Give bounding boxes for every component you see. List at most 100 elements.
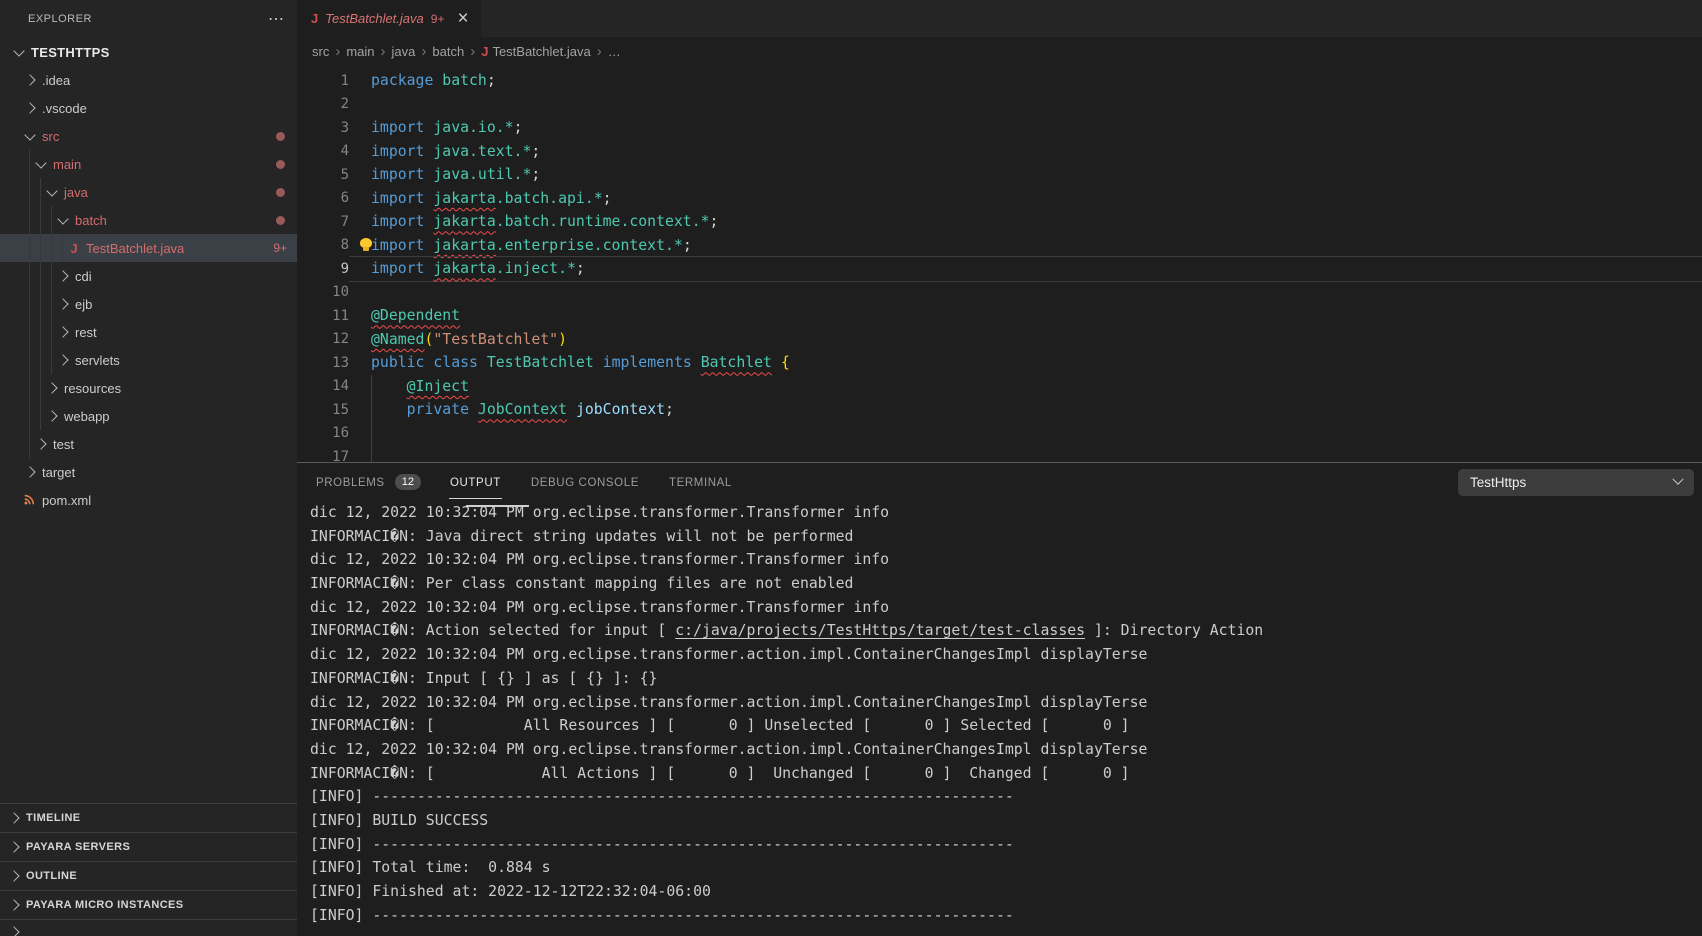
bottom-panel: PROBLEMS12 OUTPUT DEBUG CONSOLE TERMINAL Te… — [297, 462, 1702, 936]
modified-dot-badge — [276, 132, 285, 141]
chevron-right-icon[interactable] — [57, 354, 68, 365]
chevron-right-icon[interactable] — [8, 841, 19, 852]
tree-item-java[interactable]: java — [0, 178, 297, 206]
panel-tab-problems[interactable]: PROBLEMS12 — [315, 463, 421, 501]
tree-item-servlets[interactable]: servlets — [0, 346, 297, 374]
chevron-right-icon[interactable] — [57, 270, 68, 281]
breadcrumb-more[interactable]: … — [608, 44, 621, 59]
code-line: 12@Named("TestBatchlet") — [297, 328, 1702, 352]
chevron-down-icon[interactable] — [24, 129, 35, 140]
code-line-text: import jakarta.inject.*; — [349, 256, 1702, 282]
panel-tab-debug-console[interactable]: DEBUG CONSOLE — [530, 463, 640, 501]
code-token — [424, 213, 433, 230]
indent-guide — [40, 234, 41, 262]
line-number: 15 — [297, 402, 349, 418]
code-token: implements — [603, 354, 692, 371]
tree-item-webapp[interactable]: webapp — [0, 402, 297, 430]
code-line: 6import jakarta.batch.api.*; — [297, 187, 1702, 211]
code-token: .inject.* — [496, 260, 576, 277]
sidebar-section-payara-servers[interactable]: PAYARA SERVERS — [0, 832, 297, 861]
sidebar-section-partial[interactable] — [0, 919, 297, 936]
code-token — [424, 190, 433, 207]
chevron-right-icon[interactable] — [8, 899, 19, 910]
code-line-text: import jakarta.batch.api.*; — [349, 187, 1702, 211]
close-icon[interactable]: × — [457, 9, 468, 28]
panel-tab-output[interactable]: OUTPUT — [449, 463, 502, 501]
tree-item-idea[interactable]: .idea — [0, 66, 297, 94]
tree-item-batch[interactable]: batch — [0, 206, 297, 234]
editor-tab-bar: J TestBatchlet.java 9+ × — [297, 0, 1702, 37]
tree-item-root[interactable]: TESTHTTPS — [0, 38, 297, 66]
code-line: 14 @Inject — [297, 375, 1702, 399]
breadcrumb-separator: › — [597, 43, 602, 60]
chevron-right-icon[interactable] — [8, 926, 19, 936]
chevron-down-icon[interactable] — [57, 213, 68, 224]
line-number: 7 — [297, 214, 349, 230]
tree-item-ejb[interactable]: ejb — [0, 290, 297, 318]
code-line-text: public class TestBatchlet implements Bat… — [349, 351, 1702, 375]
code-line: 5import java.util.*; — [297, 163, 1702, 187]
tree-item-pom-xml[interactable]: pom.xml — [0, 486, 297, 514]
vscode-window: EXPLORER ⋯ TESTHTTPS .idea.vscodesrcmain… — [0, 0, 1702, 936]
code-line: 11@Dependent — [297, 304, 1702, 328]
chevron-right-icon[interactable] — [35, 438, 46, 449]
chevron-right-icon[interactable] — [46, 410, 57, 421]
clipped-link-underline — [466, 505, 529, 507]
sidebar-section-label: PAYARA MICRO INSTANCES — [26, 899, 184, 911]
breadcrumb-item-src[interactable]: src — [312, 44, 329, 59]
chevron-down-icon[interactable] — [35, 157, 46, 168]
indent-guide — [40, 346, 41, 374]
code-token: import — [371, 190, 424, 207]
breadcrumb-item-main[interactable]: main — [346, 44, 374, 59]
chevron-down-icon[interactable] — [46, 185, 57, 196]
tree-item-vscode[interactable]: .vscode — [0, 94, 297, 122]
chevron-right-icon[interactable] — [24, 466, 35, 477]
tab-testbatchlet-java[interactable]: J TestBatchlet.java 9+ × — [297, 0, 481, 37]
panel-tab-label: DEBUG CONSOLE — [530, 466, 640, 499]
tree-item-rest[interactable]: rest — [0, 318, 297, 346]
code-token — [424, 143, 433, 160]
error-token: Batchlet — [701, 354, 772, 371]
chevron-right-icon[interactable] — [24, 74, 35, 85]
chevron-right-icon[interactable] — [24, 102, 35, 113]
tab-title: TestBatchlet.java — [325, 11, 424, 26]
tree-item-label: servlets — [75, 353, 120, 368]
chevron-right-icon[interactable] — [46, 382, 57, 393]
tree-item-cdi[interactable]: cdi — [0, 262, 297, 290]
sidebar-section-label: PAYARA SERVERS — [26, 841, 130, 853]
lightbulb-icon[interactable] — [360, 238, 372, 248]
tree-item-src[interactable]: src — [0, 122, 297, 150]
tree-item-main[interactable]: main — [0, 150, 297, 178]
breadcrumb-item-batch[interactable]: batch — [432, 44, 464, 59]
chevron-right-icon[interactable] — [8, 870, 19, 881]
breadcrumb-separator: › — [470, 43, 475, 60]
tree-item-testbatchlet-java[interactable]: JTestBatchlet.java9+ — [0, 234, 297, 262]
console-text: INFORMACI�N: Action selected for input [ — [310, 622, 675, 639]
breadcrumb-item-file[interactable]: TestBatchlet.java — [492, 44, 590, 59]
tree-item-target[interactable]: target — [0, 458, 297, 486]
explorer-more-actions-icon[interactable]: ⋯ — [268, 9, 285, 29]
sidebar-section-payara-micro-instances[interactable]: PAYARA MICRO INSTANCES — [0, 890, 297, 919]
sidebar-section-outline[interactable]: OUTLINE — [0, 861, 297, 890]
console-file-link[interactable]: c:/java/projects/TestHttps/target/test-c… — [675, 622, 1085, 639]
indent-guide — [40, 262, 41, 290]
breadcrumb-item-java[interactable]: java — [392, 44, 416, 59]
code-editor[interactable]: 1package batch;23import java.io.*;4impor… — [297, 66, 1702, 462]
line-number: 3 — [297, 120, 349, 136]
sidebar-section-timeline[interactable]: TIMELINE — [0, 803, 297, 832]
chevron-right-icon[interactable] — [8, 812, 19, 823]
line-number: 2 — [297, 96, 349, 112]
chevron-down-icon[interactable] — [13, 45, 24, 56]
code-token: ; — [487, 72, 496, 89]
chevron-right-icon[interactable] — [57, 326, 68, 337]
tree-item-resources[interactable]: resources — [0, 374, 297, 402]
error-token: @Inject — [407, 378, 469, 395]
code-token: .batch.api.* — [496, 190, 603, 207]
tab-problems-badge: 9+ — [431, 12, 445, 26]
output-console[interactable]: dic 12, 2022 10:32:04 PM org.eclipse.tra… — [297, 501, 1702, 936]
code-token: java.text.* — [433, 143, 531, 160]
tree-item-test[interactable]: test — [0, 430, 297, 458]
output-channel-select[interactable]: TestHttps — [1458, 469, 1694, 496]
panel-tab-terminal[interactable]: TERMINAL — [668, 463, 733, 501]
chevron-right-icon[interactable] — [57, 298, 68, 309]
